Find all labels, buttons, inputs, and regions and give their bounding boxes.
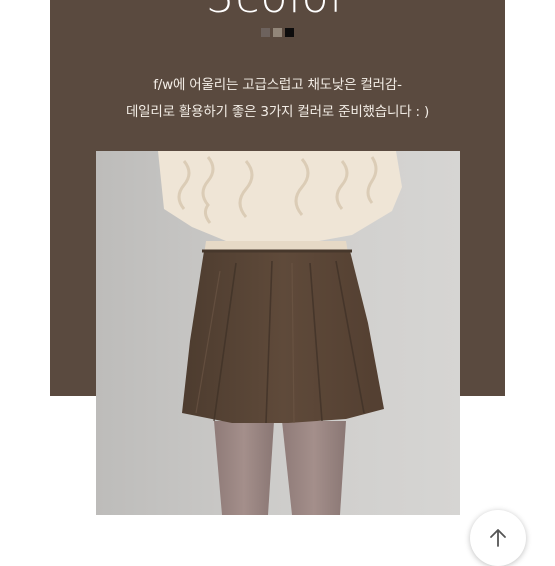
swatch-2 [273, 28, 282, 37]
color-swatches [50, 28, 505, 37]
swatch-3 [285, 28, 294, 37]
arrow-up-icon [490, 529, 506, 547]
product-photo [96, 151, 460, 515]
description-line-2: 데일리로 활용하기 좋은 3가지 컬러로 준비했습니다 : ) [125, 104, 430, 120]
swatch-1 [261, 28, 270, 37]
scroll-to-top-button[interactable] [470, 510, 526, 566]
section-heading: 3color [50, 0, 505, 23]
description-line-1: f/w에 어울리는 고급스럽고 채도낮은 컬러감- [153, 77, 402, 93]
